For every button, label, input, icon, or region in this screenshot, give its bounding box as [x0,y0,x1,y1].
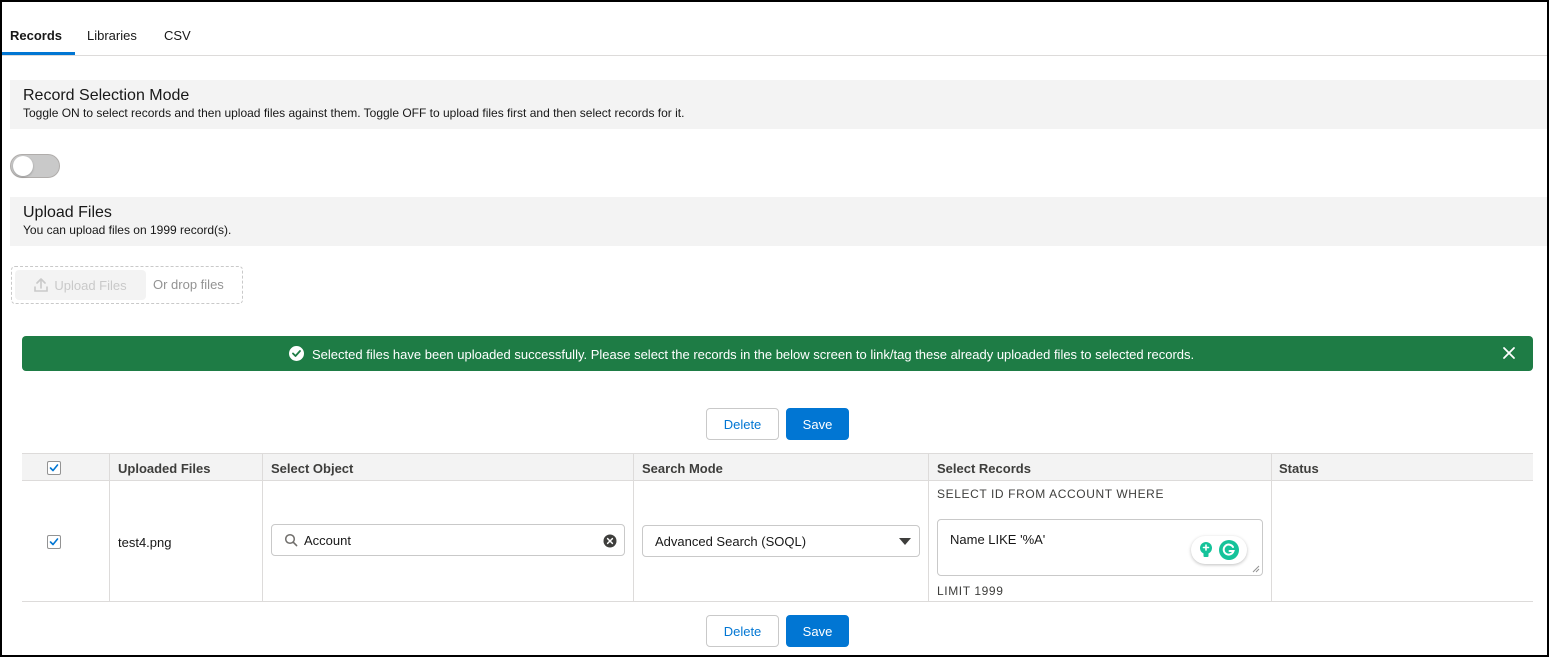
save-button-bottom[interactable]: Save [786,615,849,647]
header-status[interactable]: Status [1279,461,1319,476]
column-divider [633,453,634,602]
record-selection-description: Toggle ON to select records and then upl… [23,106,685,120]
resize-handle-icon[interactable] [1252,565,1260,573]
lightbulb-icon [1200,542,1212,557]
select-all-checkbox[interactable] [47,461,61,475]
upload-files-button[interactable]: Upload Files [15,270,146,300]
soql-prefix: SELECT ID FROM ACCOUNT WHERE [937,487,1165,501]
check-icon [49,464,59,472]
column-divider [928,453,929,602]
search-icon [284,533,298,547]
search-mode-value: Advanced Search (SOQL) [655,534,807,549]
header-select-object[interactable]: Select Object [271,461,353,476]
table-header: Uploaded Files Select Object Search Mode… [22,453,1533,481]
grammarly-widget[interactable] [1191,536,1247,564]
soql-suffix: LIMIT 1999 [937,584,1004,598]
grammarly-icon [1219,540,1239,560]
clear-icon[interactable] [603,534,617,548]
toast-message: Selected files have been uploaded succes… [312,347,1195,362]
delete-button-top[interactable]: Delete [706,408,779,440]
save-button-top[interactable]: Save [786,408,849,440]
record-selection-section: Record Selection Mode Toggle ON to selec… [10,80,1547,129]
tab-csv[interactable]: CSV [164,28,191,43]
success-check-icon [289,346,304,361]
column-divider [109,453,110,602]
search-mode-select[interactable]: Advanced Search (SOQL) [642,525,920,557]
record-selection-toggle[interactable] [10,154,60,178]
soql-where-value: Name LIKE '%A' [950,532,1046,547]
tab-libraries[interactable]: Libraries [87,28,137,43]
object-lookup-value: Account [304,533,351,548]
header-search-mode[interactable]: Search Mode [642,461,723,476]
close-icon[interactable] [1502,346,1516,360]
header-uploaded-files[interactable]: Uploaded Files [118,461,210,476]
app-frame: Records Libraries CSV Record Selection M… [0,0,1549,657]
tab-bar: Records Libraries CSV [2,2,1547,56]
tab-records[interactable]: Records [10,28,62,43]
uploaded-file-name: test4.png [118,535,172,550]
column-divider [1271,453,1272,602]
upload-files-description: You can upload files on 1999 record(s). [23,223,232,237]
row-checkbox[interactable] [47,535,61,549]
upload-icon [34,278,49,292]
chevron-down-icon [899,538,911,545]
check-icon [49,538,59,546]
delete-button-bottom[interactable]: Delete [706,615,779,647]
upload-files-section: Upload Files You can upload files on 199… [10,197,1547,246]
soql-where-textarea[interactable]: Name LIKE '%A' [937,519,1263,576]
drop-files-label: Or drop files [153,277,224,292]
header-select-records[interactable]: Select Records [937,461,1031,476]
object-lookup-input[interactable]: Account [271,524,625,556]
toggle-knob [13,156,33,176]
success-toast: Selected files have been uploaded succes… [22,336,1533,371]
upload-files-title: Upload Files [23,204,112,221]
column-divider [262,453,263,602]
record-selection-title: Record Selection Mode [23,87,190,104]
upload-files-label: Upload Files [54,277,127,293]
records-table: Uploaded Files Select Object Search Mode… [22,453,1533,602]
active-tab-indicator [2,52,75,55]
file-dropzone[interactable]: Upload Files Or drop files [11,266,243,304]
